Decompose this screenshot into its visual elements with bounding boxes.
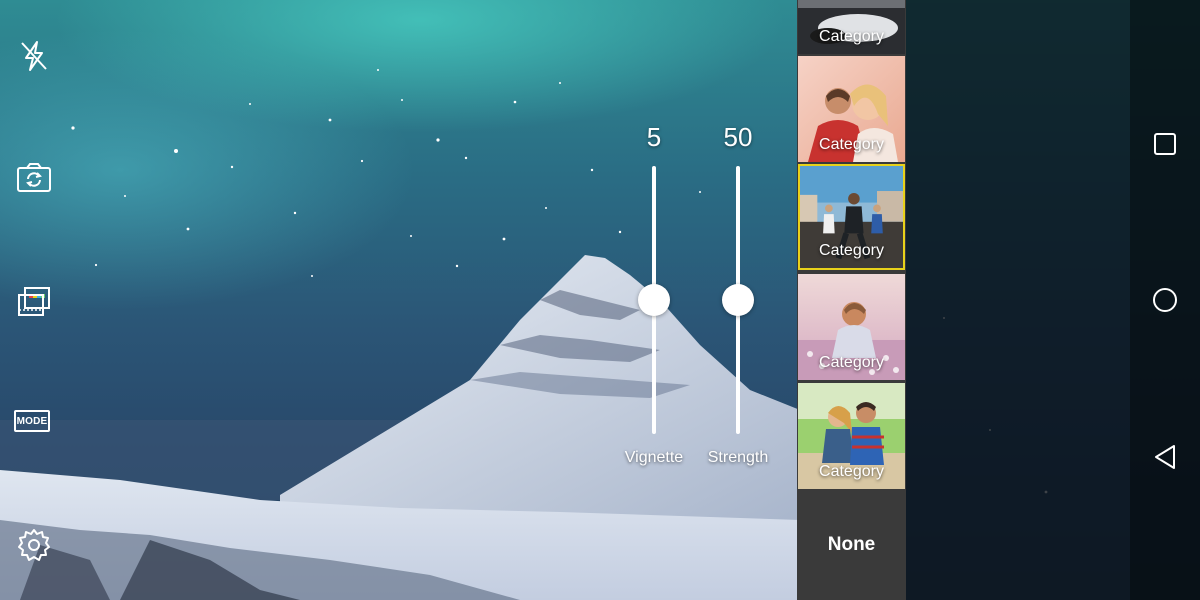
filter-category-tile[interactable]: Category [798, 0, 905, 54]
filter-effects-icon[interactable] [14, 282, 54, 322]
viewfinder-dim-overlay [906, 0, 1130, 600]
circle-home-icon[interactable] [1149, 284, 1181, 316]
flash-off-icon[interactable] [14, 36, 54, 76]
camera-switch-icon[interactable] [14, 158, 54, 198]
vignette-slider-thumb[interactable] [638, 284, 670, 316]
category-label: Category [819, 354, 884, 371]
filter-category-tile[interactable]: Category [798, 164, 905, 270]
filter-category-tile[interactable]: Category [798, 56, 905, 162]
vignette-value: 5 [646, 122, 662, 152]
category-label: Category [819, 463, 884, 480]
gear-icon[interactable] [14, 525, 54, 565]
strength-slider-thumb[interactable] [722, 284, 754, 316]
mode-button[interactable]: MODE [14, 410, 50, 432]
strength-value: 50 [723, 122, 753, 152]
filter-category-tile[interactable]: Category [798, 383, 905, 489]
square-recents-icon[interactable] [1149, 128, 1181, 160]
filter-category-tile[interactable]: Category [798, 274, 905, 380]
category-label: Category [819, 242, 884, 259]
strength-label: Strength [707, 449, 769, 466]
triangle-back-icon[interactable] [1149, 441, 1181, 473]
filter-none-option[interactable]: None [798, 492, 905, 598]
category-label: Category [819, 28, 884, 45]
category-label: Category [819, 136, 884, 153]
